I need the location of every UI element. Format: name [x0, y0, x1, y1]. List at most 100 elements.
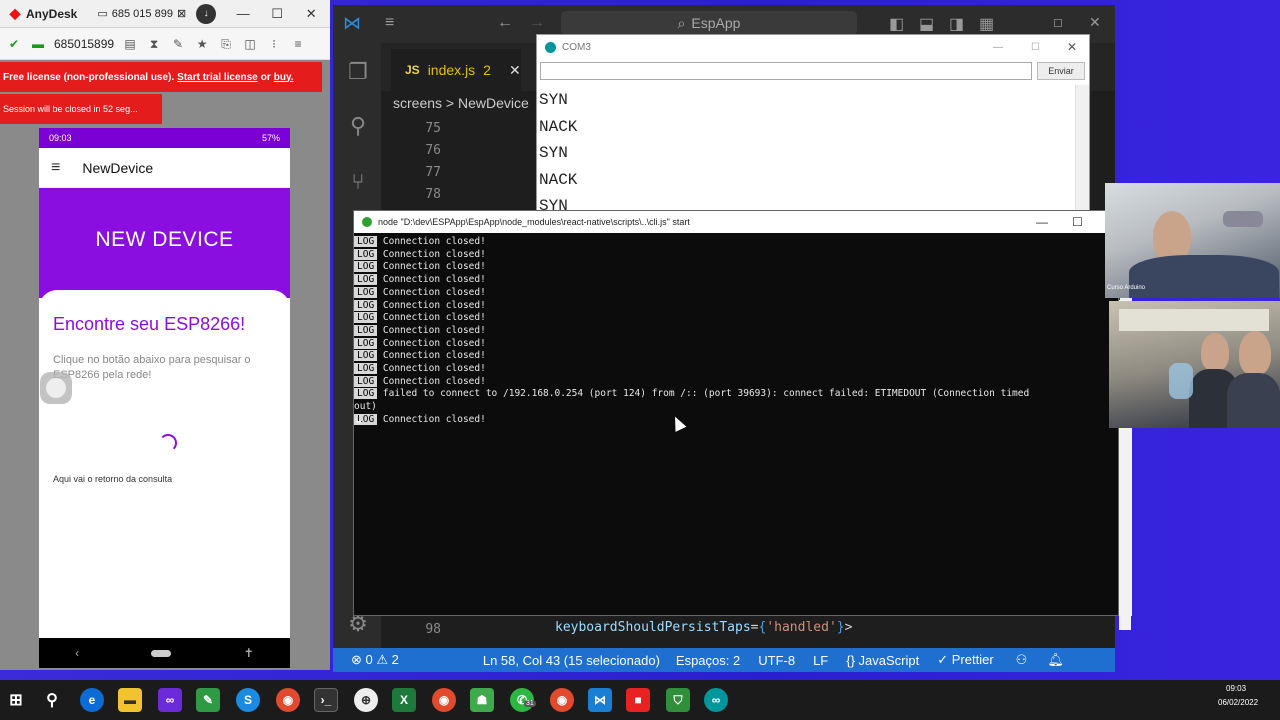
- encoding[interactable]: UTF-8: [758, 653, 795, 668]
- menu-icon[interactable]: ≡: [290, 36, 306, 52]
- restore-icon[interactable]: ◻: [1053, 15, 1063, 29]
- close-tab-icon[interactable]: ⊠: [177, 7, 186, 20]
- windows-start-icon[interactable]: ⊞: [4, 688, 28, 712]
- anydesk-titlebar: ◆ AnyDesk ▭ 685 015 899 ⊠ ↓ — ☐ ✕: [0, 0, 330, 28]
- code-line[interactable]: keyboardShouldPersistTaps={'handled'}>: [555, 620, 852, 635]
- line-number: 75: [425, 121, 441, 136]
- language-mode[interactable]: {} JavaScript: [846, 653, 919, 668]
- participant-face: [1239, 331, 1271, 375]
- search-icon[interactable]: ⚲: [345, 113, 371, 139]
- terminal-icon[interactable]: ›_: [314, 688, 338, 712]
- anydesk-app-name: AnyDesk: [26, 6, 78, 21]
- code-string: 'handled': [766, 620, 837, 635]
- download-icon[interactable]: ↓: [196, 3, 217, 24]
- shield-icon[interactable]: ⛉: [666, 688, 690, 712]
- vscode-taskbar-icon[interactable]: ⋈: [588, 688, 612, 712]
- home-nav-icon[interactable]: [151, 649, 172, 657]
- display-icon[interactable]: ▤: [122, 36, 138, 52]
- customize-layout-icon[interactable]: ▦: [979, 14, 994, 34]
- indentation[interactable]: Espaços: 2: [676, 653, 740, 668]
- accessibility-icon[interactable]: ✝: [244, 646, 254, 660]
- clock-time[interactable]: 09:03: [1226, 684, 1246, 693]
- globe-icon[interactable]: ⊕: [354, 688, 378, 712]
- participant-face: [1153, 211, 1191, 261]
- actions-icon[interactable]: ⁝: [266, 36, 282, 52]
- tab-label: index.js: [427, 62, 476, 78]
- connected-id: 685015899: [54, 36, 115, 51]
- trial-license-link[interactable]: Start trial license: [177, 72, 258, 83]
- terminal-log-line: LOG Connection closed!: [354, 248, 1118, 262]
- command-center-search[interactable]: ⌕ EspApp: [561, 11, 857, 35]
- file-explorer-icon[interactable]: ▬: [118, 688, 142, 712]
- log-tag: LOG: [354, 363, 378, 375]
- chrome-icon[interactable]: ◉: [276, 688, 300, 712]
- minimize-icon[interactable]: —: [993, 42, 1003, 53]
- clock-date[interactable]: 06/02/2022: [1218, 698, 1258, 707]
- minimize-icon[interactable]: —: [226, 6, 260, 21]
- back-arrow-icon[interactable]: ←: [497, 14, 513, 32]
- terminal-log-line: LOG Connection closed!: [354, 274, 1118, 287]
- close-icon[interactable]: ✕: [294, 6, 328, 22]
- video-feed-2: [1109, 301, 1280, 428]
- search-icon[interactable]: ⚲: [40, 688, 64, 712]
- notepadpp-icon[interactable]: ✎: [196, 688, 220, 712]
- log-message: Connection closed!: [377, 274, 486, 286]
- problems-indicator[interactable]: ⊗ 0 ⚠ 2: [351, 652, 399, 668]
- layout-secondary-icon[interactable]: ◨: [949, 14, 964, 34]
- source-control-icon[interactable]: ⑂: [345, 169, 371, 195]
- chrome-icon-2[interactable]: ◉: [432, 688, 456, 712]
- close-icon[interactable]: ✕: [1089, 14, 1101, 31]
- menu-icon[interactable]: ≡: [385, 14, 394, 32]
- end-of-line[interactable]: LF: [813, 653, 828, 668]
- maximize-icon[interactable]: ☐: [1072, 215, 1083, 229]
- skype-icon[interactable]: S: [236, 688, 260, 712]
- star-icon[interactable]: ★: [194, 36, 210, 52]
- notifications-bell-icon[interactable]: 🔔︎: [1047, 652, 1064, 668]
- pen-icon[interactable]: ✎: [170, 36, 186, 52]
- recorder-icon[interactable]: ■: [626, 688, 650, 712]
- forward-arrow-icon[interactable]: →: [529, 14, 545, 32]
- tab-index-js[interactable]: JS index.js 2 ✕: [391, 49, 521, 91]
- close-tab-icon[interactable]: ✕: [509, 62, 521, 79]
- serial-send-input[interactable]: [540, 62, 1032, 80]
- serial-line: SYN: [539, 91, 568, 109]
- log-tag: LOG: [354, 388, 378, 400]
- prettier-status[interactable]: ✓ Prettier: [937, 652, 993, 668]
- android-icon[interactable]: ☗: [470, 688, 494, 712]
- terminal-log-line: LOG failed to connect to /192.168.0.254 …: [354, 388, 1118, 401]
- maximize-icon[interactable]: ☐: [260, 6, 294, 22]
- log-message: Connection closed!: [377, 286, 486, 298]
- maximize-icon[interactable]: ☐: [1031, 42, 1040, 53]
- back-nav-icon[interactable]: ‹: [75, 646, 79, 660]
- close-icon[interactable]: ✕: [1067, 40, 1077, 54]
- arduino-icon[interactable]: ∞: [704, 688, 728, 712]
- layout-sidebar-icon[interactable]: ◧: [889, 14, 904, 34]
- accounts-icon[interactable]: ⚇: [1016, 652, 1028, 668]
- floating-assist-button[interactable]: [40, 372, 72, 404]
- anydesk-session-tab[interactable]: ▭ 685 015 899 ⊠: [97, 7, 186, 21]
- cursor-position[interactable]: Ln 58, Col 43 (15 selecionado): [483, 653, 660, 668]
- log-tag: LOG: [354, 299, 378, 311]
- hourglass-icon[interactable]: ⧗: [146, 36, 162, 52]
- minimize-icon[interactable]: —: [1036, 215, 1048, 229]
- clipboard-icon[interactable]: ⎘: [218, 36, 234, 52]
- screen-icon[interactable]: ◫: [242, 36, 258, 52]
- serial-monitor-window: COM3 — ☐ ✕ Enviar SYN NACK SYN NACK SYN: [536, 34, 1090, 214]
- anydesk-toolbar: ✔ ▬ 685015899 ▤ ⧗ ✎ ★ ⎘ ◫ ⁝ ≡: [0, 28, 330, 60]
- buy-link[interactable]: buy.: [274, 72, 294, 83]
- explorer-icon[interactable]: ❐: [345, 59, 371, 85]
- chrome-icon-3[interactable]: ◉: [550, 688, 574, 712]
- terminal-log-line: LOG Connection closed!: [354, 375, 1118, 389]
- send-button[interactable]: Enviar: [1037, 62, 1085, 80]
- status-time: 09:03: [49, 133, 72, 143]
- card-description: Clique no botão abaixo para pesquisar o …: [53, 354, 251, 381]
- layout-panel-icon[interactable]: ⬓: [919, 14, 934, 34]
- header-title: NEW DEVICE: [95, 228, 234, 251]
- serial-scrollbar[interactable]: [1075, 85, 1089, 213]
- excel-icon[interactable]: X: [392, 688, 416, 712]
- participant-face: [1201, 333, 1229, 371]
- visual-studio-icon[interactable]: ∞: [158, 688, 182, 712]
- hamburger-menu-icon[interactable]: ≡: [51, 159, 60, 177]
- edge-icon[interactable]: e: [80, 688, 104, 712]
- search-card: Encontre seu ESP8266! Clique no botão ab…: [39, 290, 290, 650]
